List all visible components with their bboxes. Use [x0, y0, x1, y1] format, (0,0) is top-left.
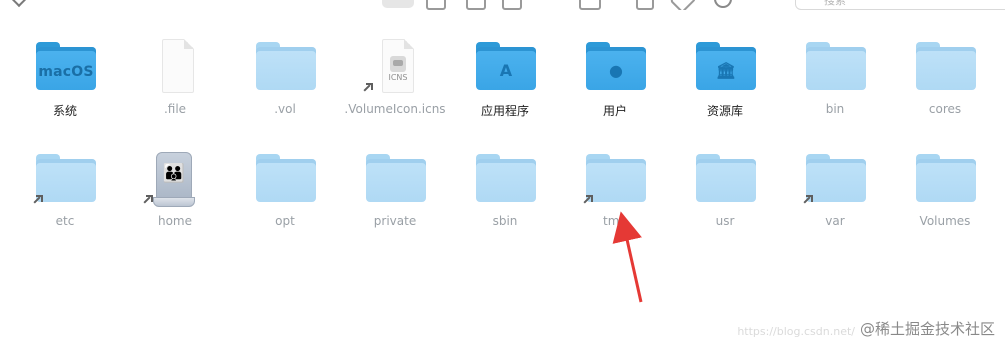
icns-document-icon: ICNS [340, 35, 450, 105]
item-system[interactable]: macOS 系统 [10, 35, 120, 135]
item-bin[interactable]: bin [780, 35, 890, 135]
folder-icon [10, 147, 120, 217]
macos-text: macOS [38, 64, 94, 80]
folder-icon [670, 147, 780, 217]
folder-icon [560, 147, 670, 217]
icns-caption: ICNS [388, 73, 408, 82]
alias-arrow-icon [33, 195, 43, 204]
alias-arrow-icon [583, 195, 593, 204]
library-folder-icon: 🏛 [670, 35, 780, 105]
home-drive-icon: 👪 [120, 147, 230, 217]
library-columns-icon: 🏛 [715, 61, 737, 80]
item-sbin[interactable]: sbin [450, 147, 560, 247]
folder-icon [450, 147, 560, 217]
watermark-url: https://blog.csdn.net/ [737, 325, 855, 338]
item-volumes[interactable]: Volumes [890, 147, 1000, 247]
applications-folder-icon: A [450, 35, 560, 105]
folder-icon [780, 147, 890, 217]
item-label: Volumes [919, 214, 971, 228]
app-store-icon: A [499, 61, 513, 80]
item-cores[interactable]: cores [890, 35, 1000, 135]
item-file[interactable]: .file [120, 35, 230, 135]
users-folder-icon: ● [560, 35, 670, 105]
item-var[interactable]: var [780, 147, 890, 247]
folder-icon [340, 147, 450, 217]
item-etc[interactable]: etc [10, 147, 120, 247]
item-home[interactable]: 👪 home [120, 147, 230, 247]
item-label: cores [928, 102, 962, 116]
folder-icon [890, 35, 1000, 105]
item-tmp[interactable]: tmp [560, 147, 670, 247]
item-private[interactable]: private [340, 147, 450, 247]
item-applications[interactable]: A 应用程序 [450, 35, 560, 135]
alias-arrow-icon [143, 195, 153, 204]
item-volumeicon-icns[interactable]: ICNS .VolumeIcon.icns [340, 35, 450, 135]
folder-icon [890, 147, 1000, 217]
item-vol[interactable]: .vol [230, 35, 340, 135]
item-opt[interactable]: opt [230, 147, 340, 247]
system-folder-icon: macOS [10, 35, 120, 105]
alias-arrow-icon [803, 195, 813, 204]
people-icon: 👪 [162, 163, 186, 184]
item-users[interactable]: ● 用户 [560, 35, 670, 135]
folder-icon [780, 35, 890, 105]
item-library[interactable]: 🏛 资源库 [670, 35, 780, 135]
watermark-text: @稀土掘金技术社区 [859, 320, 995, 338]
document-icon [120, 35, 230, 105]
item-usr[interactable]: usr [670, 147, 780, 247]
finder-icon-grid: macOS 系统 .file .vol ICNS .VolumeIcon.icn… [0, 0, 1005, 347]
folder-icon [230, 35, 340, 105]
watermark: https://blog.csdn.net/ @稀土掘金技术社区 [737, 318, 995, 339]
alias-arrow-icon [363, 83, 373, 92]
user-icon: ● [609, 61, 623, 80]
folder-icon [230, 147, 340, 217]
